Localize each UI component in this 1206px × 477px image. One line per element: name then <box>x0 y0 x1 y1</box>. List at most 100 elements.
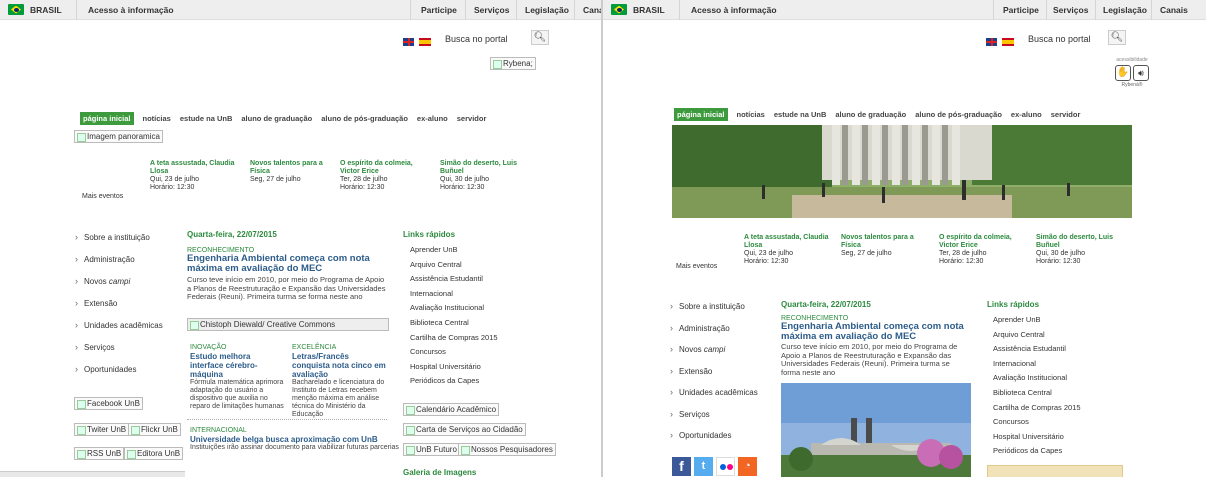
calendario-banner[interactable]: Calendário Acadêmico <box>403 403 500 416</box>
acesso-informacao-link[interactable]: Acesso à informação <box>691 5 777 15</box>
event-item[interactable]: Novos talentos para a Física Seg, 27 de j… <box>841 234 921 258</box>
participe-link[interactable]: Participe <box>1003 5 1039 15</box>
quick-link[interactable]: Assistência Estudantil <box>993 344 1081 353</box>
menu-sobre[interactable]: Sobre a instituição <box>670 301 758 311</box>
quick-link[interactable]: Avaliação Institucional <box>410 303 498 312</box>
servicos-link[interactable]: Serviços <box>1053 5 1088 15</box>
quick-link[interactable]: Avaliação Institucional <box>993 373 1081 382</box>
pesquisadores-banner[interactable]: Nossos Pesquisadores <box>458 443 556 456</box>
nav-aluno-pos-graduacao[interactable]: aluno de pós-graduação <box>915 110 1002 119</box>
participe-link[interactable]: Participe <box>421 5 457 15</box>
rss-link[interactable]: RSS UnB <box>74 447 125 460</box>
acesso-informacao-link[interactable]: Acesso à informação <box>88 5 174 15</box>
event-item[interactable]: O espírito da colmeia, Victor Erice Ter, … <box>340 160 425 192</box>
quick-link[interactable]: Aprender UnB <box>993 315 1081 324</box>
nav-pagina-inicial[interactable]: página inicial <box>80 112 134 125</box>
nav-servidor[interactable]: servidor <box>1051 110 1081 119</box>
search-button[interactable]: 🔍︎ <box>1108 30 1126 45</box>
horizontal-scrollbar[interactable] <box>0 471 185 477</box>
menu-unidades[interactable]: Unidades acadêmicas <box>75 320 163 330</box>
quick-link[interactable]: Periódicos da Capes <box>993 446 1081 455</box>
nav-estude-na-unb[interactable]: estude na UnB <box>774 110 827 119</box>
search-input[interactable]: Busca no portal <box>445 34 508 44</box>
news-photo[interactable] <box>781 383 971 477</box>
menu-extensao[interactable]: Extensão <box>75 298 163 308</box>
quick-link[interactable]: Biblioteca Central <box>410 318 498 327</box>
rybena-image[interactable]: Rybena; <box>490 57 536 70</box>
news-secondary[interactable]: INOVAÇÃO Estudo melhora interface cérebro… <box>190 344 286 411</box>
news-headline[interactable]: Engenharia Ambiental começa com nota máx… <box>781 322 966 342</box>
nav-servidor[interactable]: servidor <box>457 114 487 123</box>
quick-link[interactable]: Arquivo Central <box>993 330 1081 339</box>
nav-noticias[interactable]: notícias <box>737 110 765 119</box>
menu-sobre[interactable]: Sobre a instituição <box>75 232 163 242</box>
facebook-icon[interactable]: f <box>672 457 691 476</box>
canais-link[interactable]: Canais <box>1160 5 1188 15</box>
mais-eventos-link[interactable]: Mais eventos <box>676 263 717 270</box>
news-photo[interactable]: Chistoph Diewald/ Creative Commons <box>187 318 389 331</box>
quick-link[interactable]: Concursos <box>993 417 1081 426</box>
menu-servicos[interactable]: Serviços <box>75 342 163 352</box>
nav-aluno-graduacao[interactable]: aluno de graduação <box>835 110 906 119</box>
rybena-widget[interactable]: acessibilidade ✋ 🔊︎ Rybená® <box>1108 57 1156 97</box>
flickr-icon[interactable] <box>716 457 735 476</box>
english-flag-icon[interactable] <box>403 37 414 46</box>
servicos-link[interactable]: Serviços <box>474 5 509 15</box>
news-international[interactable]: INTERNACIONAL Universidade belga busca ap… <box>190 427 400 452</box>
nav-aluno-pos-graduacao[interactable]: aluno de pós-graduação <box>321 114 408 123</box>
nav-ex-aluno[interactable]: ex-aluno <box>417 114 448 123</box>
rss-icon[interactable]: ◔ <box>738 457 757 476</box>
galeria-title[interactable]: Galeria de Imagens <box>403 468 476 477</box>
menu-extensao[interactable]: Extensão <box>670 366 758 376</box>
nav-noticias[interactable]: notícias <box>143 114 171 123</box>
event-item[interactable]: Simão do deserto, Luis Buñuel Qui, 30 de … <box>1036 234 1131 266</box>
quick-link[interactable]: Biblioteca Central <box>993 388 1081 397</box>
mais-eventos-link[interactable]: Mais eventos <box>82 193 123 200</box>
flickr-link[interactable]: Flickr UnB <box>128 423 181 436</box>
facebook-link[interactable]: Facebook UnB <box>74 397 143 410</box>
twitter-icon[interactable]: t <box>694 457 713 476</box>
quick-link[interactable]: Aprender UnB <box>410 245 498 254</box>
brasil-link[interactable]: BRASIL <box>633 5 665 15</box>
nav-estude-na-unb[interactable]: estude na UnB <box>180 114 233 123</box>
quick-link[interactable]: Concursos <box>410 347 498 356</box>
quick-link[interactable]: Assistência Estudantil <box>410 274 498 283</box>
menu-novos-campi[interactable]: Novos campi <box>670 344 758 354</box>
news-headline[interactable]: Engenharia Ambiental começa com nota máx… <box>187 254 387 274</box>
event-item[interactable]: Novos talentos para a Física Seg, 27 de j… <box>250 160 335 184</box>
brasil-link[interactable]: BRASIL <box>30 5 62 15</box>
search-input[interactable]: Busca no portal <box>1028 34 1091 44</box>
search-button[interactable]: 🔍︎ <box>531 30 549 45</box>
menu-oportunidades[interactable]: Oportunidades <box>75 364 163 374</box>
english-flag-icon[interactable] <box>986 37 997 46</box>
nav-aluno-graduacao[interactable]: aluno de graduação <box>241 114 312 123</box>
menu-novos-campi[interactable]: Novos campi <box>75 276 163 286</box>
editora-link[interactable]: Editora UnB <box>124 447 184 460</box>
nav-ex-aluno[interactable]: ex-aluno <box>1011 110 1042 119</box>
quick-link[interactable]: Internacional <box>993 359 1081 368</box>
calendario-banner[interactable] <box>987 465 1123 477</box>
legislacao-link[interactable]: Legislação <box>1103 5 1147 15</box>
news-secondary[interactable]: EXCELÊNCIA Letras/Francês conquista nota … <box>292 344 388 419</box>
spanish-flag-icon[interactable] <box>1002 37 1014 46</box>
event-item[interactable]: Simão do deserto, Luis Buñuel Qui, 30 de … <box>440 160 535 192</box>
quick-link[interactable]: Cartilha de Compras 2015 <box>410 333 498 342</box>
brazil-flag-icon[interactable] <box>611 4 627 15</box>
menu-oportunidades[interactable]: Oportunidades <box>670 430 758 440</box>
twitter-link[interactable]: Twiter UnB <box>74 423 130 436</box>
carta-servicos-banner[interactable]: Carta de Serviços ao Cidadão <box>403 423 526 436</box>
event-item[interactable]: A teta assustada, Claudia Llosa Qui, 23 d… <box>150 160 245 192</box>
menu-unidades[interactable]: Unidades acadêmicas <box>670 387 758 397</box>
nav-pagina-inicial[interactable]: página inicial <box>674 108 728 121</box>
menu-servicos[interactable]: Serviços <box>670 409 758 419</box>
legislacao-link[interactable]: Legislação <box>525 5 569 15</box>
canais-link[interactable]: Canais <box>583 5 601 15</box>
unb-futuro-banner[interactable]: UnB Futuro <box>403 443 460 456</box>
quick-link[interactable]: Arquivo Central <box>410 260 498 269</box>
menu-administracao[interactable]: Administração <box>75 254 163 264</box>
spanish-flag-icon[interactable] <box>419 37 431 46</box>
quick-link[interactable]: Internacional <box>410 289 498 298</box>
event-item[interactable]: O espírito da colmeia, Victor Erice Ter, … <box>939 234 1024 266</box>
event-item[interactable]: A teta assustada, Claudia Llosa Qui, 23 d… <box>744 234 834 266</box>
quick-link[interactable]: Hospital Universitário <box>993 432 1081 441</box>
